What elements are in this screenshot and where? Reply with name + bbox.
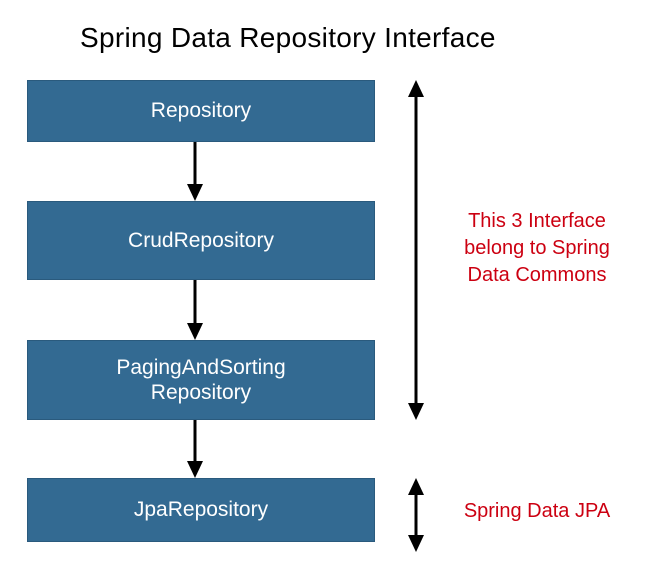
annotation-commons: This 3 Interface belong to Spring Data C… [447,208,627,289]
box-jpa-repository-label: JpaRepository [134,498,268,522]
bracket-jpa [404,478,428,557]
diagram-title: Spring Data Repository Interface [80,22,496,54]
box-jpa-repository: JpaRepository [27,478,375,542]
box-paging-sorting-repository: PagingAndSorting Repository [27,340,375,420]
box-repository-label: Repository [151,99,251,123]
box-crud-repository: CrudRepository [27,201,375,280]
box-repository: Repository [27,80,375,142]
box-paging-sorting-repository-label: PagingAndSorting Repository [116,355,285,405]
annotation-jpa: Spring Data JPA [447,498,627,525]
bracket-commons [404,80,428,425]
box-crud-repository-label: CrudRepository [128,229,274,253]
